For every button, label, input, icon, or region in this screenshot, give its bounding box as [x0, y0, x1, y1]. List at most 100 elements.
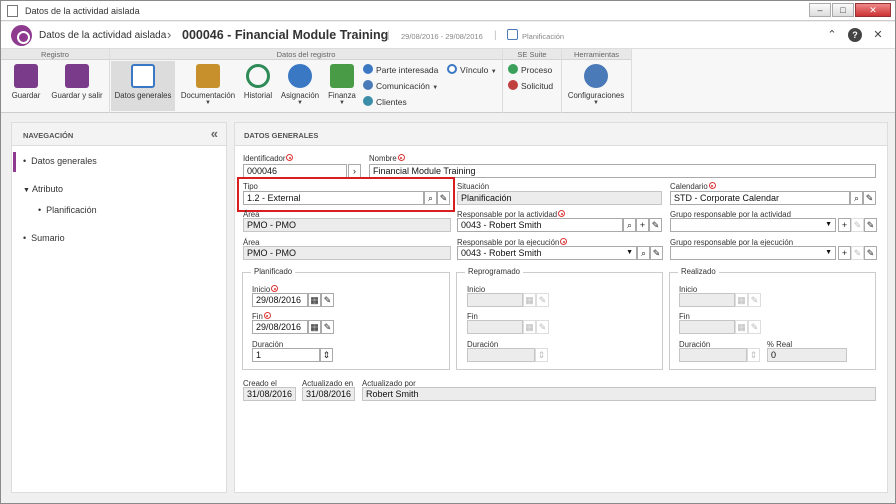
- general-data-button[interactable]: Datos generales: [111, 61, 175, 111]
- process-button[interactable]: Proceso: [508, 64, 552, 77]
- nav-selection-indicator: [13, 152, 16, 172]
- clear-brush-icon[interactable]: ✎: [864, 246, 877, 260]
- execution-group-select[interactable]: ▼: [670, 246, 836, 260]
- area-field: PMO - PMO: [243, 246, 451, 260]
- actual-duration-field: [679, 348, 747, 362]
- ribbon-toolbar: Registro Datos del registro SE Suite Her…: [1, 49, 895, 113]
- maximize-button[interactable]: □: [832, 3, 854, 17]
- add-icon[interactable]: +: [636, 218, 649, 232]
- module-logo-icon: [11, 25, 32, 46]
- created-field: 31/08/2016: [243, 387, 296, 401]
- edit-icon[interactable]: ✎: [851, 246, 864, 260]
- assignment-button[interactable]: Asignación ▼: [278, 61, 322, 111]
- go-arrow-button[interactable]: ›: [348, 164, 361, 178]
- clear-brush-icon[interactable]: ✎: [863, 191, 876, 205]
- communication-button[interactable]: Comunicación ▼: [363, 80, 438, 93]
- stepper-icon: ⇕: [747, 348, 760, 362]
- help-icon[interactable]: ?: [848, 28, 862, 42]
- clear-brush-icon[interactable]: ✎: [321, 293, 334, 307]
- highlight-box: [237, 177, 455, 212]
- clear-brush-icon[interactable]: ✎: [650, 246, 663, 260]
- chevron-right-icon: ›: [167, 27, 172, 42]
- save-exit-button[interactable]: Guardar y salir: [47, 61, 107, 111]
- search-icon[interactable]: ⌕: [850, 191, 863, 205]
- updated-field: 31/08/2016: [302, 387, 355, 401]
- people-icon: [363, 64, 373, 74]
- history-button[interactable]: Historial: [240, 61, 276, 111]
- request-icon: [508, 80, 518, 90]
- execution-responsible-field[interactable]: 0043 - Robert Smith ▼: [457, 246, 637, 260]
- add-icon[interactable]: +: [838, 246, 851, 260]
- planned-end-field[interactable]: 29/08/2016: [252, 320, 308, 334]
- required-icon: [560, 238, 568, 245]
- close-button[interactable]: ✕: [855, 3, 891, 17]
- gear-icon: [584, 64, 608, 88]
- title-bar: Datos de la actividad aislada – □ ✕: [1, 1, 895, 21]
- request-button[interactable]: Solicitud: [508, 80, 553, 93]
- collapse-icon[interactable]: ⌃: [825, 28, 839, 42]
- calendar-icon: ▦: [735, 320, 748, 334]
- edit-icon[interactable]: ✎: [851, 218, 864, 232]
- window-controls: – □ ✕: [809, 3, 891, 17]
- calendar-icon: ▦: [523, 320, 536, 334]
- chat-icon: [363, 80, 373, 90]
- search-icon[interactable]: ⌕: [623, 218, 636, 232]
- app-window: Datos de la actividad aislada – □ ✕ Dato…: [0, 0, 896, 504]
- activity-group-select[interactable]: ▼: [670, 218, 836, 232]
- document-icon: [7, 5, 18, 17]
- required-icon: [397, 154, 405, 161]
- navigation-panel: NAVEGACIÓN «: [11, 122, 227, 493]
- calendar-label: Calendario: [670, 182, 716, 191]
- navigation-header: NAVEGACIÓN «: [12, 123, 226, 146]
- collapse-panel-icon[interactable]: «: [211, 126, 218, 141]
- separator: |: [387, 30, 390, 41]
- money-icon: [330, 64, 354, 88]
- stakeholder-button[interactable]: Parte interesada: [363, 64, 438, 77]
- calendar-icon[interactable]: ▦: [308, 320, 321, 334]
- name-field[interactable]: Financial Module Training: [369, 164, 876, 178]
- nav-item-planning[interactable]: • Planificación: [38, 205, 97, 215]
- minimize-button[interactable]: –: [809, 3, 831, 17]
- nav-item-attribute[interactable]: ▼ Atributo: [23, 184, 63, 194]
- link-button[interactable]: Vínculo ▼: [447, 64, 497, 77]
- nav-item-general-data[interactable]: • Datos generales: [23, 156, 97, 166]
- planned-duration-field[interactable]: 1: [252, 348, 320, 362]
- calendar-field[interactable]: STD - Corporate Calendar: [670, 191, 850, 205]
- clients-icon: [363, 96, 373, 106]
- add-icon[interactable]: +: [838, 218, 851, 232]
- rescheduled-duration-field: [467, 348, 535, 362]
- save-button[interactable]: Guardar: [6, 61, 46, 111]
- clear-brush-icon[interactable]: ✎: [864, 218, 877, 232]
- name-label: Nombre: [369, 154, 405, 163]
- separator: |: [494, 30, 497, 41]
- activity-responsible-field[interactable]: 0043 - Robert Smith: [457, 218, 623, 232]
- clear-brush-icon[interactable]: ✎: [649, 218, 662, 232]
- stepper-icon: ⇕: [535, 348, 548, 362]
- clear-brush-icon[interactable]: ✎: [321, 320, 334, 334]
- calendar-icon: ▦: [523, 293, 536, 307]
- clock-icon: [246, 64, 270, 88]
- calendar-icon: ▦: [735, 293, 748, 307]
- required-icon: [708, 182, 716, 189]
- search-icon[interactable]: ⌕: [637, 246, 650, 260]
- header-title: Datos de la actividad aislada: [39, 30, 167, 41]
- calendar-icon[interactable]: ▦: [308, 293, 321, 307]
- save-exit-icon: [65, 64, 89, 88]
- nav-item-summary[interactable]: • Sumario: [23, 233, 65, 243]
- window-title: Datos de la actividad aislada: [25, 6, 140, 16]
- documentation-button[interactable]: Documentación ▼: [178, 61, 238, 111]
- settings-button[interactable]: Configuraciones ▼: [564, 61, 628, 111]
- planned-start-field[interactable]: 29/08/2016: [252, 293, 308, 307]
- panel-title: DATOS GENERALES: [235, 123, 887, 146]
- percent-real-field: 0: [767, 348, 847, 362]
- actual-end-field: [679, 320, 735, 334]
- identifier-field[interactable]: 000046: [243, 164, 347, 178]
- clients-button[interactable]: Clientes: [363, 96, 407, 109]
- stepper-icon[interactable]: ⇕: [320, 348, 333, 362]
- finance-button[interactable]: Finanza ▼: [325, 61, 359, 111]
- close-icon[interactable]: ✕: [871, 28, 885, 42]
- users-icon: [288, 64, 312, 88]
- required-icon: [263, 312, 271, 319]
- required-icon: [271, 285, 279, 292]
- record-header: Datos de la actividad aislada › 000046 -…: [1, 22, 895, 49]
